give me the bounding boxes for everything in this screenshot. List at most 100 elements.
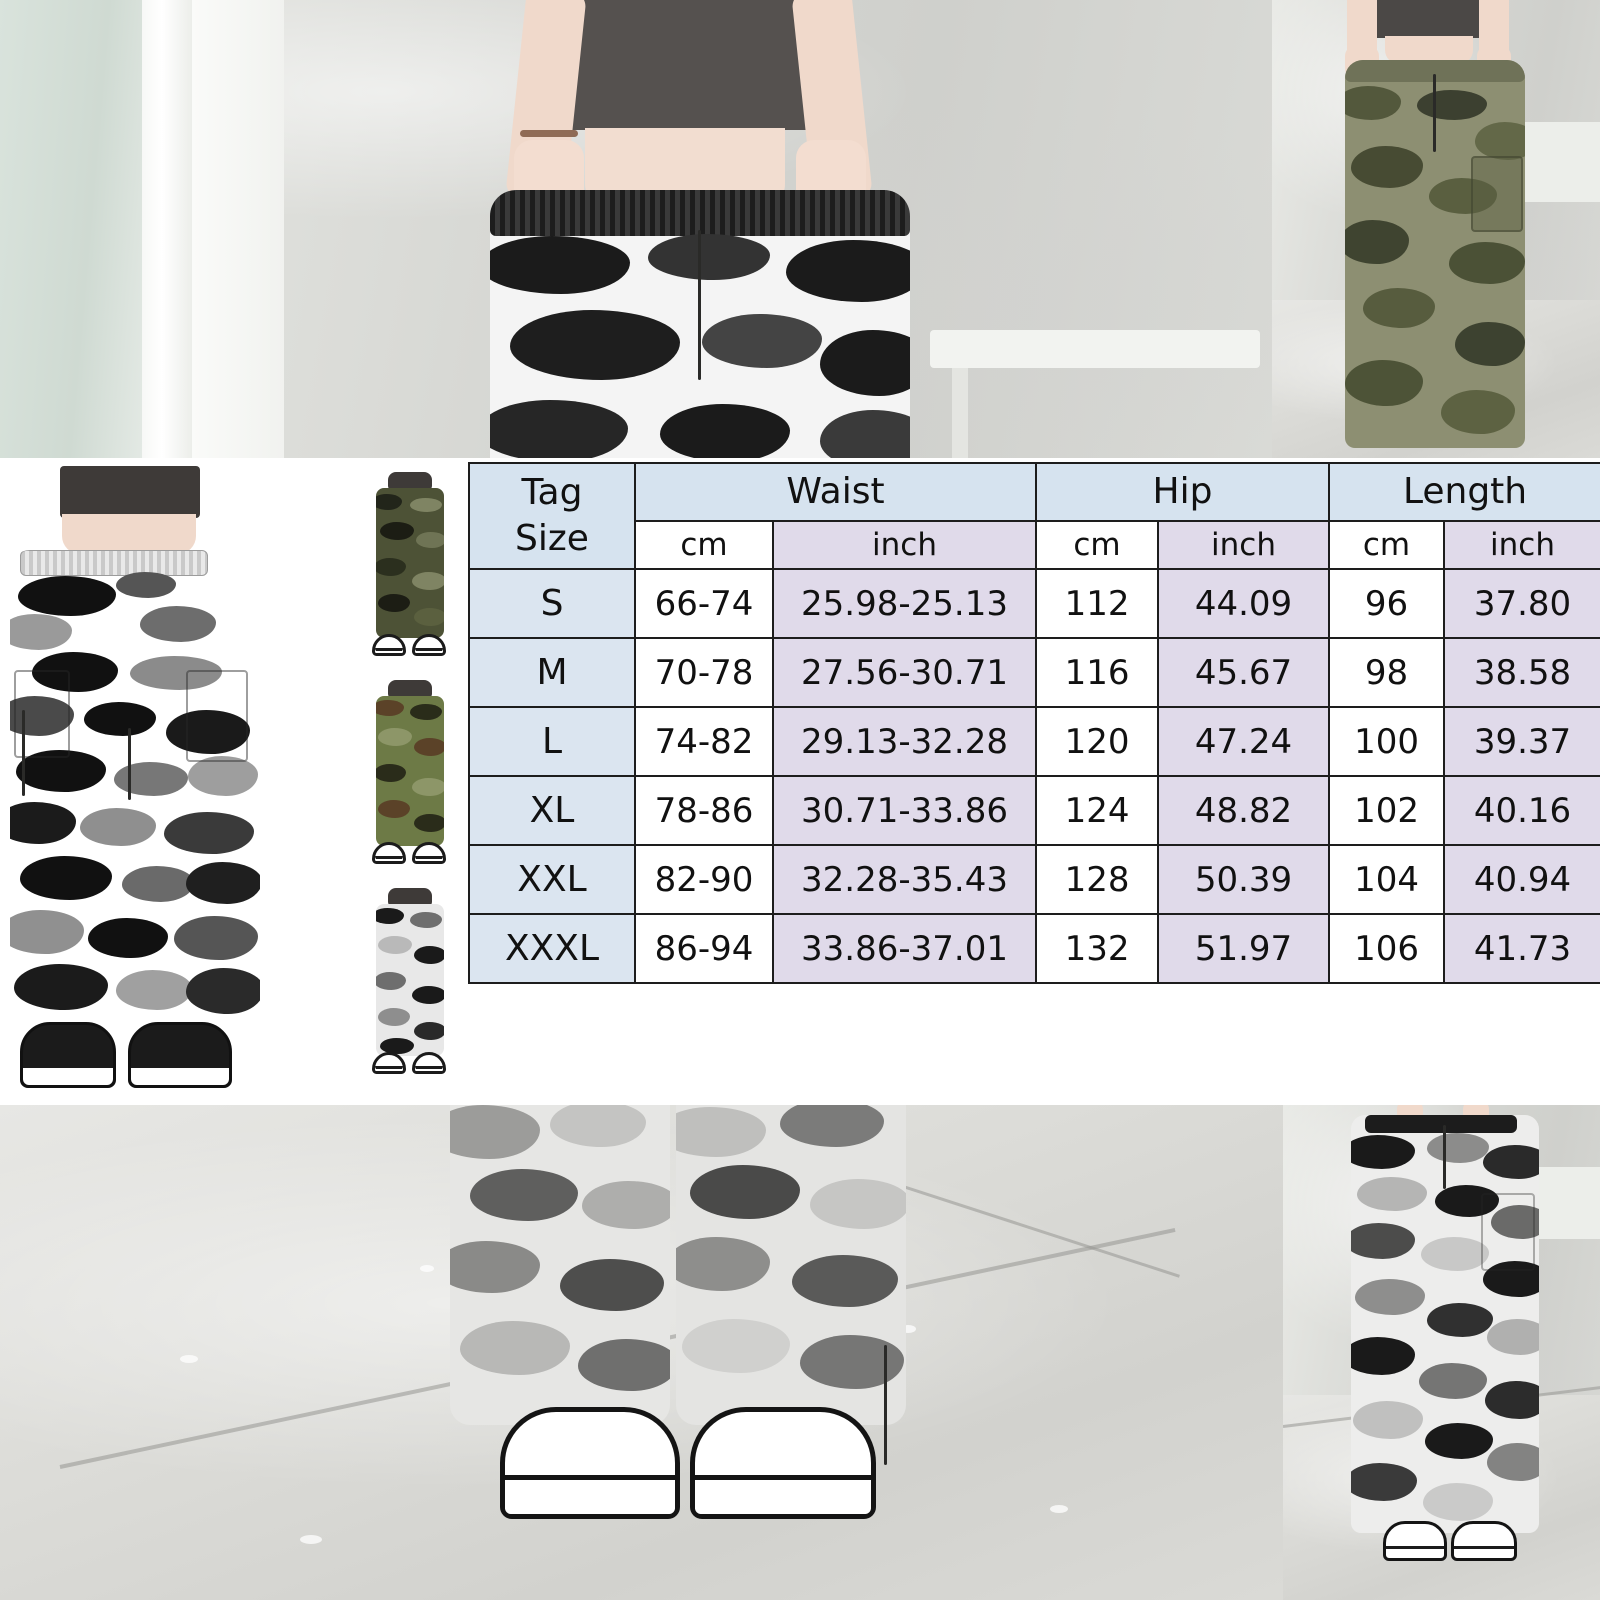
model-figure-top-left [480,0,980,458]
cell-hip-cm: 120 [1035,706,1160,778]
camo-blob [1345,220,1409,264]
camo-blob [14,964,108,1010]
cell-waist-inch: 25.98-25.13 [771,568,1038,640]
pants-variant [376,696,444,846]
camo-blob [1417,90,1487,120]
variant-thumb-grey-white-camo[interactable] [366,888,454,1088]
size-chart-page: Tag Size Waist Hip Length cm inch cm inc… [0,0,1600,1600]
camo-blob [786,240,910,302]
pant-hems-and-sneakers [440,1105,940,1565]
sneaker-left [20,1022,116,1088]
camo-blob [88,918,168,958]
cell-waist-cm: 82-90 [634,844,774,916]
drawstring-right [128,728,131,800]
camo-blob [1487,1443,1539,1481]
crop-top [1369,0,1487,38]
cell-hip-cm: 112 [1035,568,1160,640]
camo-blob [1427,1303,1493,1337]
cell-waist-inch: 33.86-37.01 [771,913,1038,985]
midriff [62,514,196,554]
photo-top-left-model-indoor [0,0,1272,458]
camo-blob [470,1169,578,1221]
cell-size: L [468,706,636,778]
bracelet [520,130,578,137]
pavement-speckle [300,1535,322,1544]
camo-blob [578,1339,670,1391]
header-unit-length-inch: inch [1443,519,1600,571]
camo-blob [582,1181,670,1229]
table-row: M 70-78 27.56-30.71 116 45.67 98 38.58 [468,637,1600,709]
camo-blob [676,1107,766,1157]
camo-blob [1345,360,1423,406]
table-row: L 74-82 29.13-32.28 120 47.24 100 39.37 [468,706,1600,778]
camo-blob [20,856,112,900]
camo-blob [1427,1133,1489,1163]
cell-hip-inch: 47.24 [1157,706,1331,778]
pavement-speckle [180,1355,198,1363]
camo-blob [780,1105,884,1147]
table-row: XXXL 86-94 33.86-37.01 132 51.97 106 41.… [468,913,1600,985]
camo-blob [690,1165,800,1219]
camo-blob [1355,1279,1425,1315]
drawstring [1443,1125,1446,1189]
model-figure-bottom-right [1339,1105,1549,1596]
cell-waist-inch: 32.28-35.43 [771,844,1038,916]
cell-waist-inch: 30.71-33.86 [771,775,1038,847]
camo-blob [414,814,444,832]
header-unit-hip-inch: inch [1157,519,1331,571]
camo-blob [412,572,444,590]
camo-blob [378,1008,410,1026]
cell-length-inch: 39.37 [1443,706,1600,778]
camo-blob [410,498,442,512]
header-group-waist: Waist [633,462,1038,522]
cell-waist-cm: 78-86 [634,775,774,847]
camo-blob [820,410,910,458]
drawstring [1433,74,1436,152]
pants-variant [376,904,444,1056]
crop-top [60,466,200,518]
camo-blob [376,494,402,510]
cell-length-inch: 37.80 [1443,568,1600,640]
cell-waist-inch: 29.13-32.28 [771,706,1038,778]
header-tag-line2: Size [515,518,589,560]
camo-blob [188,756,258,796]
sneaker-left [1383,1521,1447,1561]
camo-blob [560,1259,664,1311]
camo-blob [140,606,216,642]
cell-size: XXL [468,844,636,916]
header-group-hip: Hip [1035,462,1331,522]
camo-blob [1351,1135,1415,1169]
camo-blob [410,704,442,720]
camo-blob [80,808,156,846]
waistband [1365,1115,1517,1133]
camo-blob [1455,322,1525,366]
camo-blob [550,1105,646,1147]
camo-blob [810,1179,906,1229]
camo-blob [1351,1337,1415,1375]
cell-hip-inch: 48.82 [1157,775,1331,847]
cell-length-cm: 96 [1328,568,1446,640]
camo-blob [376,700,404,716]
header-unit-hip-cm: cm [1035,519,1160,571]
camo-blob [376,908,404,924]
camo-blob [1357,1177,1427,1211]
camo-blob [186,968,260,1014]
header-row-groups: Tag Size Waist Hip Length [468,461,1600,571]
camo-blob [412,986,444,1004]
pants-variant [376,488,444,638]
variant-thumb-dark-green-camo[interactable] [366,472,454,668]
sneaker-right [128,1022,232,1088]
cell-hip-inch: 50.39 [1157,844,1331,916]
cargo-pocket-right [1481,1193,1535,1271]
camo-blob [84,702,156,736]
camo-blob [376,764,406,782]
camo-blob [1363,288,1435,328]
cell-waist-cm: 74-82 [634,706,774,778]
drawstring-left [22,710,25,796]
cell-length-cm: 104 [1328,844,1446,916]
model-figure-top-right [1327,0,1547,458]
camo-blob [10,614,72,650]
header-tag-line1: Tag [521,472,583,513]
camo-blob [1351,1223,1415,1259]
variant-thumb-woodland-camo[interactable] [366,680,454,876]
